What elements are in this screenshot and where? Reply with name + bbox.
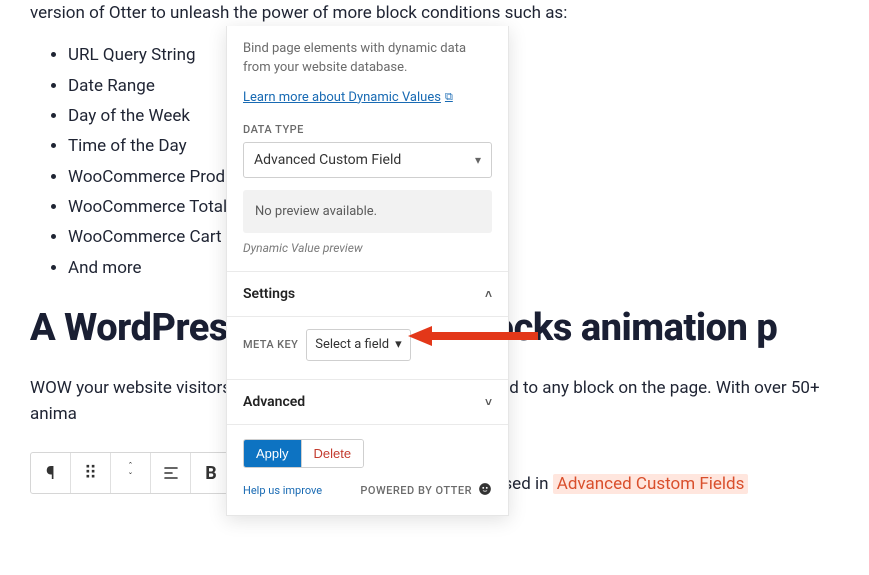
meta-key-select[interactable]: Select a field ▾	[306, 329, 410, 361]
help-link[interactable]: Help us improve	[243, 484, 322, 497]
chevron-down-icon: ˅	[485, 395, 492, 409]
chevron-down-icon: ▾	[475, 153, 481, 167]
dynamic-values-panel: Bind page elements with dynamic data fro…	[226, 26, 509, 516]
bold-icon[interactable]: B	[191, 453, 231, 493]
panel-footer: Apply Delete Help us improve POWERED BY …	[227, 425, 508, 515]
align-icon[interactable]	[151, 453, 191, 493]
action-buttons: Apply Delete	[243, 439, 364, 468]
apply-button[interactable]: Apply	[244, 440, 301, 467]
chevron-up-icon: ˄	[485, 287, 492, 301]
paragraph-icon[interactable]: ¶	[31, 453, 71, 493]
drag-handle-icon[interactable]: ⠿	[71, 453, 111, 493]
delete-button[interactable]: Delete	[301, 440, 364, 467]
data-type-label: DATA TYPE	[243, 123, 492, 136]
external-link-icon: ⧉	[445, 90, 453, 104]
learn-more-link[interactable]: Learn more about Dynamic Values ⧉	[243, 90, 453, 105]
advanced-header[interactable]: Advanced ˅	[227, 380, 508, 425]
data-type-select[interactable]: Advanced Custom Field ▾	[243, 142, 492, 178]
panel-description: Bind page elements with dynamic data fro…	[243, 40, 492, 78]
powered-by-label: POWERED BY OTTER	[360, 482, 492, 499]
preview-box: No preview available.	[243, 190, 492, 233]
settings-header[interactable]: Settings ˄	[227, 272, 508, 317]
chevron-down-icon: ▾	[395, 337, 402, 352]
settings-body: META KEY Select a field ▾	[227, 317, 508, 380]
block-toolbar: ¶ ⠿ ˆˇ B	[30, 452, 232, 494]
preview-caption: Dynamic Value preview	[243, 241, 492, 255]
move-block-icon[interactable]: ˆˇ	[111, 453, 151, 493]
dynamic-value-highlight[interactable]: Advanced Custom Fields	[553, 474, 749, 494]
meta-key-label: META KEY	[243, 338, 298, 351]
otter-icon	[478, 482, 492, 499]
intro-paragraph: version of Otter to unleash the power of…	[30, 0, 839, 26]
